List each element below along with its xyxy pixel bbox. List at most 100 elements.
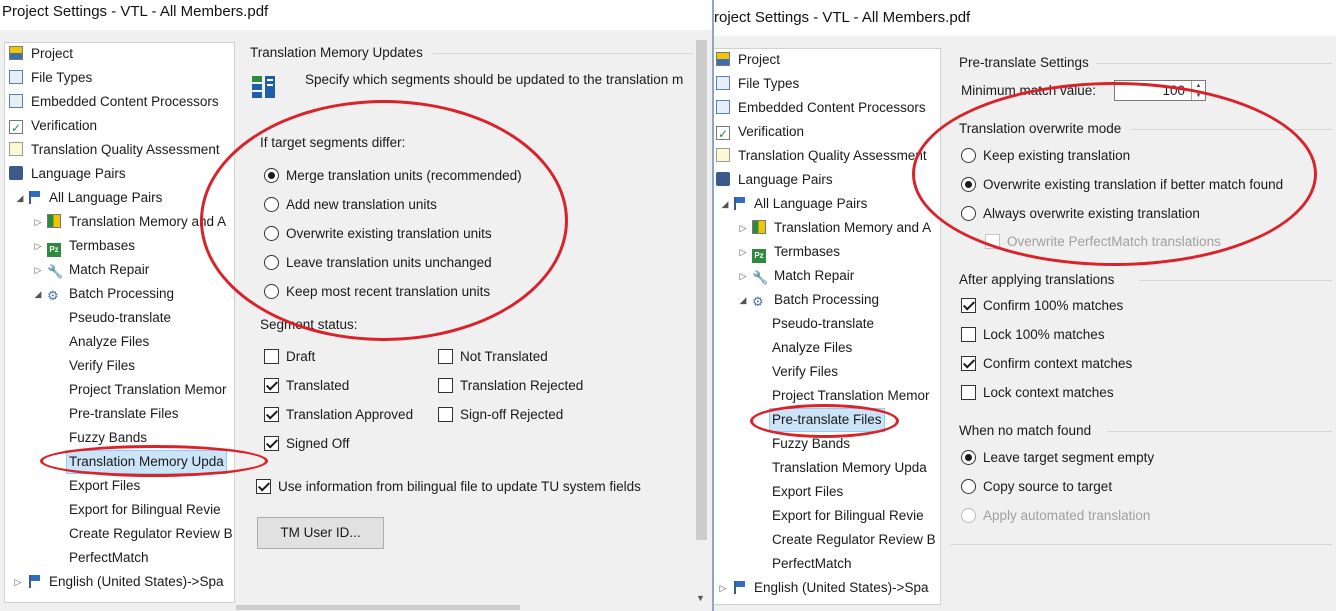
tree-item-embedded-content[interactable]: Embedded Content Processors	[716, 97, 928, 119]
radio-apply-automated[interactable]: Apply automated translation	[961, 506, 1150, 526]
radio-indicator[interactable]	[961, 479, 976, 494]
radio-leave-unchanged[interactable]: Leave translation units unchanged	[264, 253, 492, 273]
left-vertical-scrollbar[interactable]: ▼	[693, 40, 710, 605]
tree-item-termbases[interactable]: Pz Termbases	[47, 235, 137, 257]
tree-item-regulator-review[interactable]: Create Regulator Review B	[67, 523, 234, 545]
tree-item-verification[interactable]: ✓ Verification	[9, 115, 99, 137]
radio-indicator[interactable]	[961, 148, 976, 163]
tree-item-file-types[interactable]: File Types	[716, 73, 801, 95]
checkbox-confirm-100[interactable]: Confirm 100% matches	[961, 296, 1123, 316]
radio-overwrite-units[interactable]: Overwrite existing translation units	[264, 224, 492, 244]
radio-keep-most-recent[interactable]: Keep most recent translation units	[264, 282, 490, 302]
checkbox-lock-100[interactable]: Lock 100% matches	[961, 325, 1105, 345]
tree-item-pseudo-translate[interactable]: Pseudo-translate	[67, 307, 173, 329]
checkbox-indicator[interactable]	[961, 385, 976, 400]
checkbox-indicator[interactable]	[438, 407, 453, 422]
collapse-arrow-icon[interactable]: ◢	[15, 187, 25, 209]
radio-indicator[interactable]	[264, 226, 279, 241]
tree-item-fuzzy-bands[interactable]: Fuzzy Bands	[770, 433, 852, 455]
checkbox-translation-approved[interactable]: Translation Approved	[264, 405, 413, 425]
tree-item-tm-updates[interactable]: Translation Memory Upda	[770, 457, 929, 479]
expand-arrow-icon[interactable]: ▷	[13, 571, 23, 593]
checkbox-use-bilingual-info[interactable]: Use information from bilingual file to u…	[256, 477, 641, 497]
tree-item-verify-files[interactable]: Verify Files	[770, 361, 840, 383]
tree-item-language-pairs[interactable]: Language Pairs	[9, 163, 128, 185]
checkbox-draft[interactable]: Draft	[264, 347, 315, 367]
radio-indicator[interactable]	[961, 177, 976, 192]
expand-arrow-icon[interactable]: ▷	[33, 211, 43, 233]
tm-user-id-button[interactable]: TM User ID...	[257, 517, 384, 549]
checkbox-indicator[interactable]	[438, 378, 453, 393]
tree-item-language-pairs[interactable]: Language Pairs	[716, 169, 835, 191]
checkbox-translated[interactable]: Translated	[264, 376, 349, 396]
tree-item-translation-memory[interactable]: Translation Memory and A	[752, 217, 933, 239]
tree-item-verify-files[interactable]: Verify Files	[67, 355, 137, 377]
tree-item-pre-translate-files[interactable]: Pre-translate Files	[769, 408, 885, 432]
checkbox-indicator[interactable]	[961, 356, 976, 371]
tree-item-analyze-files[interactable]: Analyze Files	[770, 337, 854, 359]
checkbox-indicator[interactable]	[256, 479, 271, 494]
tree-item-match-repair[interactable]: 🔧 Match Repair	[752, 265, 856, 287]
checkbox-indicator[interactable]	[438, 349, 453, 364]
tree-item-export-files[interactable]: Export Files	[67, 475, 142, 497]
tree-item-english-spanish[interactable]: English (United States)->Spa	[732, 577, 930, 599]
tree-item-tm-updates[interactable]: Translation Memory Upda	[66, 450, 227, 474]
tree-item-project-tm[interactable]: Project Translation Memor	[770, 385, 932, 407]
tree-item-batch-processing[interactable]: ⚙ Batch Processing	[752, 289, 881, 311]
expand-arrow-icon[interactable]: ▷	[738, 265, 748, 287]
radio-leave-target-empty[interactable]: Leave target segment empty	[961, 448, 1154, 468]
radio-indicator[interactable]	[264, 284, 279, 299]
tree-item-tqa[interactable]: Translation Quality Assessment	[716, 145, 929, 167]
tree-item-termbases[interactable]: Pz Termbases	[752, 241, 842, 263]
scrollbar-thumb[interactable]	[236, 605, 520, 610]
checkbox-not-translated[interactable]: Not Translated	[438, 347, 548, 367]
expand-arrow-icon[interactable]: ▷	[33, 235, 43, 257]
tree-item-verification[interactable]: ✓ Verification	[716, 121, 806, 143]
radio-merge-units[interactable]: Merge translation units (recommended)	[264, 166, 522, 186]
tree-item-file-types[interactable]: File Types	[9, 67, 94, 89]
checkbox-overwrite-perfectmatch[interactable]: Overwrite PerfectMatch translations	[985, 232, 1221, 252]
radio-indicator[interactable]	[264, 197, 279, 212]
tree-item-batch-processing[interactable]: ⚙ Batch Processing	[47, 283, 176, 305]
tree-item-tqa[interactable]: Translation Quality Assessment	[9, 139, 222, 161]
checkbox-indicator[interactable]	[264, 349, 279, 364]
tree-item-export-bilingual[interactable]: Export for Bilingual Revie	[67, 499, 223, 521]
spinner-arrows-icon[interactable]: ▲ ▼	[1191, 81, 1205, 100]
min-match-spinner[interactable]: 100 ▲ ▼	[1114, 80, 1206, 101]
checkbox-indicator[interactable]	[961, 327, 976, 342]
checkbox-signed-off[interactable]: Signed Off	[264, 434, 350, 454]
tree-item-fuzzy-bands[interactable]: Fuzzy Bands	[67, 427, 149, 449]
checkbox-indicator[interactable]	[264, 436, 279, 451]
radio-always-overwrite[interactable]: Always overwrite existing translation	[961, 204, 1200, 224]
checkbox-indicator[interactable]	[264, 407, 279, 422]
checkbox-lock-context[interactable]: Lock context matches	[961, 383, 1114, 403]
expand-arrow-icon[interactable]: ▷	[738, 241, 748, 263]
radio-overwrite-if-better[interactable]: Overwrite existing translation if better…	[961, 175, 1283, 195]
left-horizontal-scrollbar[interactable]	[236, 604, 693, 611]
tree-item-perfectmatch[interactable]: PerfectMatch	[67, 547, 151, 569]
radio-keep-existing[interactable]: Keep existing translation	[961, 146, 1130, 166]
expand-arrow-icon[interactable]: ▷	[33, 259, 43, 281]
expand-arrow-icon[interactable]: ▷	[738, 217, 748, 239]
tree-item-all-language-pairs[interactable]: All Language Pairs	[27, 187, 164, 209]
tree-item-perfectmatch[interactable]: PerfectMatch	[770, 553, 854, 575]
checkbox-signoff-rejected[interactable]: Sign-off Rejected	[438, 405, 563, 425]
checkbox-confirm-context[interactable]: Confirm context matches	[961, 354, 1132, 374]
radio-indicator[interactable]	[961, 508, 976, 523]
tree-item-export-files[interactable]: Export Files	[770, 481, 845, 503]
radio-copy-source[interactable]: Copy source to target	[961, 477, 1112, 497]
expand-arrow-icon[interactable]: ▷	[718, 577, 728, 599]
radio-indicator[interactable]	[264, 255, 279, 270]
tree-item-regulator-review[interactable]: Create Regulator Review B	[770, 529, 938, 551]
right-settings-tree[interactable]: Project File Types Embedded Content Proc…	[714, 48, 941, 605]
collapse-arrow-icon[interactable]: ◢	[720, 193, 730, 215]
tree-item-translation-memory[interactable]: Translation Memory and A	[47, 211, 228, 233]
tree-item-export-bilingual[interactable]: Export for Bilingual Revie	[770, 505, 926, 527]
tree-item-project-tm[interactable]: Project Translation Memor	[67, 379, 229, 401]
tree-item-project[interactable]: Project	[9, 43, 75, 65]
tree-item-match-repair[interactable]: 🔧 Match Repair	[47, 259, 151, 281]
collapse-arrow-icon[interactable]: ◢	[738, 289, 748, 311]
radio-indicator[interactable]	[961, 450, 976, 465]
radio-indicator[interactable]	[961, 206, 976, 221]
tree-item-pseudo-translate[interactable]: Pseudo-translate	[770, 313, 876, 335]
